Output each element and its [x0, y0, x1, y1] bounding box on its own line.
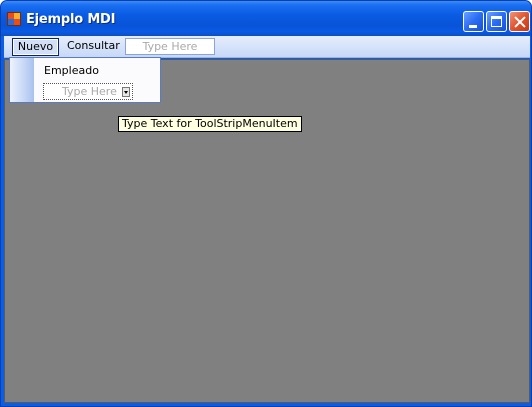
dropdown-image-margin	[10, 58, 34, 102]
menu-type-here-input[interactable]: Type Here	[125, 38, 215, 55]
title-bar[interactable]: Ejemplo MDI	[1, 1, 531, 36]
dropdown-type-here-input[interactable]: Type Here	[43, 83, 133, 100]
mdi-client-area[interactable]	[4, 59, 530, 403]
menu-item-consultar[interactable]: Consultar	[63, 38, 124, 56]
window-title: Ejemplo MDI	[26, 12, 116, 27]
app-icon[interactable]	[7, 12, 21, 26]
minimize-button[interactable]	[463, 11, 484, 32]
tooltip: Type Text for ToolStripMenuItem	[118, 116, 302, 132]
maximize-button[interactable]	[486, 11, 507, 32]
maximize-icon	[491, 16, 502, 27]
app-icon-part	[14, 19, 20, 25]
minimize-icon	[469, 25, 477, 28]
close-button[interactable]	[509, 11, 530, 32]
chevron-down-icon[interactable]	[122, 87, 130, 97]
nuevo-dropdown-menu: Empleado Type Here	[9, 57, 161, 103]
dropdown-type-here-text: Type Here	[62, 85, 117, 98]
menu-strip: Nuevo Consultar Type Here	[4, 36, 530, 58]
window-bottom-border	[1, 403, 531, 406]
menu-item-empleado[interactable]: Empleado	[44, 64, 99, 77]
main-window: Ejemplo MDI Nuevo Consultar Type Here Em…	[0, 0, 532, 407]
menu-item-nuevo[interactable]: Nuevo	[12, 38, 59, 56]
